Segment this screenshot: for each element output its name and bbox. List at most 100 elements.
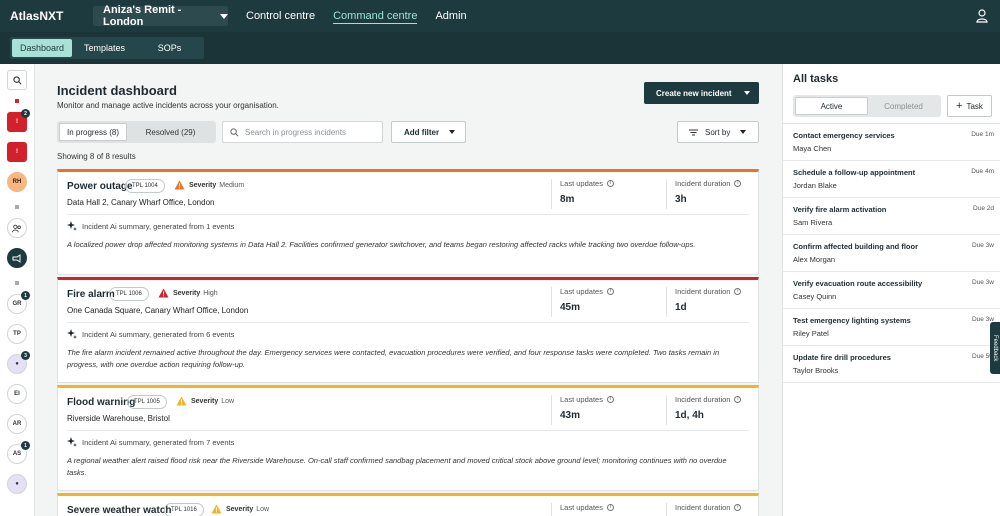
last-updates-stat: Last updates i 8m: [551, 179, 614, 209]
incident-duration-value: 1d: [675, 302, 687, 313]
task-item[interactable]: Verify evacuation route accessibility Ca…: [783, 272, 1000, 309]
tasks-panel-title: All tasks: [793, 73, 839, 85]
info-icon[interactable]: i: [606, 504, 614, 511]
info-icon[interactable]: i: [606, 288, 614, 295]
avatar-group[interactable]: ● 3: [7, 351, 30, 374]
nav-admin[interactable]: Admin: [435, 0, 466, 32]
add-task-button[interactable]: + Task: [947, 95, 992, 117]
incident-card[interactable]: Severe weather watch TPL 1016 Severity L…: [57, 493, 759, 516]
task-due: Due 3w: [971, 279, 994, 286]
info-icon[interactable]: i: [734, 288, 742, 295]
create-incident-button[interactable]: Create new incident: [644, 82, 759, 104]
sort-by-label: Sort by: [705, 127, 731, 137]
task-title: Verify evacuation route accessibility: [793, 279, 923, 288]
severity-label: Severity: [226, 505, 254, 513]
plus-icon: +: [956, 100, 963, 112]
info-icon[interactable]: i: [734, 396, 742, 403]
task-title: Contact emergency services: [793, 131, 895, 140]
brand-logo: AtlasNXT: [10, 9, 64, 23]
incident-duration-stat: Incident duration i 1d: [666, 287, 742, 317]
avatar-tp[interactable]: TP: [7, 324, 27, 344]
incident-title: Power outage: [67, 181, 133, 192]
last-updates-value: 43m: [560, 410, 581, 421]
nav-command-centre[interactable]: Command centre: [333, 0, 418, 32]
tab-sops[interactable]: SOPs: [137, 39, 202, 57]
template-tag: TPL 1016: [164, 503, 204, 516]
info-icon[interactable]: i: [734, 504, 742, 511]
tab-completed-tasks[interactable]: Completed: [868, 97, 939, 115]
notification-badge: 1: [21, 441, 30, 450]
task-item[interactable]: Schedule a follow-up appointment Jordan …: [783, 161, 1000, 198]
avatar-image-icon: ●: [15, 361, 19, 367]
task-title: Schedule a follow-up appointment: [793, 168, 916, 177]
sort-by-button[interactable]: Sort by: [677, 121, 759, 143]
avatar-as[interactable]: AS 1: [7, 441, 30, 464]
page-title: Incident dashboard: [57, 83, 177, 98]
template-tag: TPL 1005: [127, 395, 167, 409]
severity-indicator: Severity Low: [211, 504, 269, 514]
alert-incident-button[interactable]: ! 2: [7, 109, 30, 132]
card-divider: [67, 214, 749, 215]
last-updates-label: Last updates: [560, 395, 603, 404]
avatar-gr[interactable]: GR 1: [7, 291, 30, 314]
template-tag: TPL 1006: [109, 287, 149, 301]
tab-templates[interactable]: Templates: [72, 39, 137, 57]
tab-resolved[interactable]: Resolved (29): [127, 123, 214, 141]
feedback-tab[interactable]: Feedback: [990, 322, 1000, 374]
add-filter-button[interactable]: Add filter: [391, 121, 466, 143]
task-due: Due 1m: [971, 131, 994, 138]
incident-card[interactable]: Power outage TPL 1004 Severity Medium Da…: [57, 169, 759, 275]
incident-card[interactable]: Fire alarm TPL 1006 Severity High One Ca…: [57, 277, 759, 383]
chevron-down-icon: [220, 13, 228, 19]
page-subtitle: Monitor and manage active incidents acro…: [57, 101, 279, 110]
tab-active-tasks[interactable]: Active: [795, 97, 868, 115]
avatar-ar[interactable]: AR: [7, 414, 27, 434]
task-due: Due 4m: [971, 168, 994, 175]
task-item[interactable]: Confirm affected building and floor Alex…: [783, 235, 1000, 272]
severity-value: Medium: [219, 181, 245, 189]
sparkle-icon: [67, 437, 77, 447]
avatar-rh[interactable]: RH: [7, 172, 27, 192]
alert-incident-button-2[interactable]: !: [7, 142, 27, 162]
ai-summary-header: Incident Ai summary, generated from 6 ev…: [67, 329, 234, 339]
chevron-down-icon: [449, 130, 456, 134]
last-updates-label: Last updates: [560, 287, 603, 296]
alert-icon: !: [16, 149, 18, 155]
severity-label: Severity: [189, 181, 217, 189]
task-item[interactable]: Update fire drill procedures Taylor Broo…: [783, 346, 1000, 383]
incident-duration-label: Incident duration: [675, 287, 731, 296]
megaphone-icon[interactable]: [7, 248, 27, 268]
card-divider: [67, 430, 749, 431]
task-title: Test emergency lighting systems: [793, 316, 911, 325]
people-icon[interactable]: [7, 218, 27, 238]
search-input[interactable]: [245, 127, 375, 137]
sparkle-icon: [67, 329, 77, 339]
info-icon[interactable]: i: [606, 396, 614, 403]
rail-separator: [15, 205, 19, 209]
search-icon[interactable]: [7, 70, 27, 90]
org-selector[interactable]: Aniza's Remit - London: [93, 4, 228, 28]
task-item[interactable]: Test emergency lighting systems Riley Pa…: [783, 309, 1000, 346]
task-item[interactable]: Contact emergency services Maya Chen Due…: [783, 124, 1000, 161]
ai-summary-label: Incident Ai summary, generated from 1 ev…: [82, 221, 235, 231]
task-item[interactable]: Verify fire alarm activation Sam Rivera …: [783, 198, 1000, 235]
avatar-ei[interactable]: EI: [7, 384, 27, 404]
create-incident-label: Create new incident: [656, 88, 732, 98]
tab-dashboard[interactable]: Dashboard: [12, 39, 72, 57]
last-updates-stat: Last updates i 45m: [551, 287, 614, 317]
task-assignee: Riley Patel: [793, 329, 829, 338]
user-profile-icon[interactable]: [976, 9, 988, 23]
ai-summary-text: A regional weather alert raised flood ri…: [67, 456, 727, 477]
last-updates-value: 8m: [560, 194, 575, 205]
incident-location: Data Hall 2, Canary Wharf Office, London: [67, 198, 215, 207]
nav-control-centre[interactable]: Control centre: [246, 0, 315, 32]
avatar-image[interactable]: ●: [7, 474, 27, 494]
incident-card[interactable]: Flood warning TPL 1005 Severity Low Rive…: [57, 385, 759, 491]
tab-in-progress[interactable]: In progress (8): [59, 123, 127, 141]
top-bar: AtlasNXT Aniza's Remit - London Control …: [0, 0, 1000, 32]
severity-value: High: [203, 289, 218, 297]
info-icon[interactable]: i: [606, 180, 614, 187]
info-icon[interactable]: i: [734, 180, 742, 187]
severity-indicator: Severity Medium: [174, 180, 244, 190]
task-title: Confirm affected building and floor: [793, 242, 918, 251]
